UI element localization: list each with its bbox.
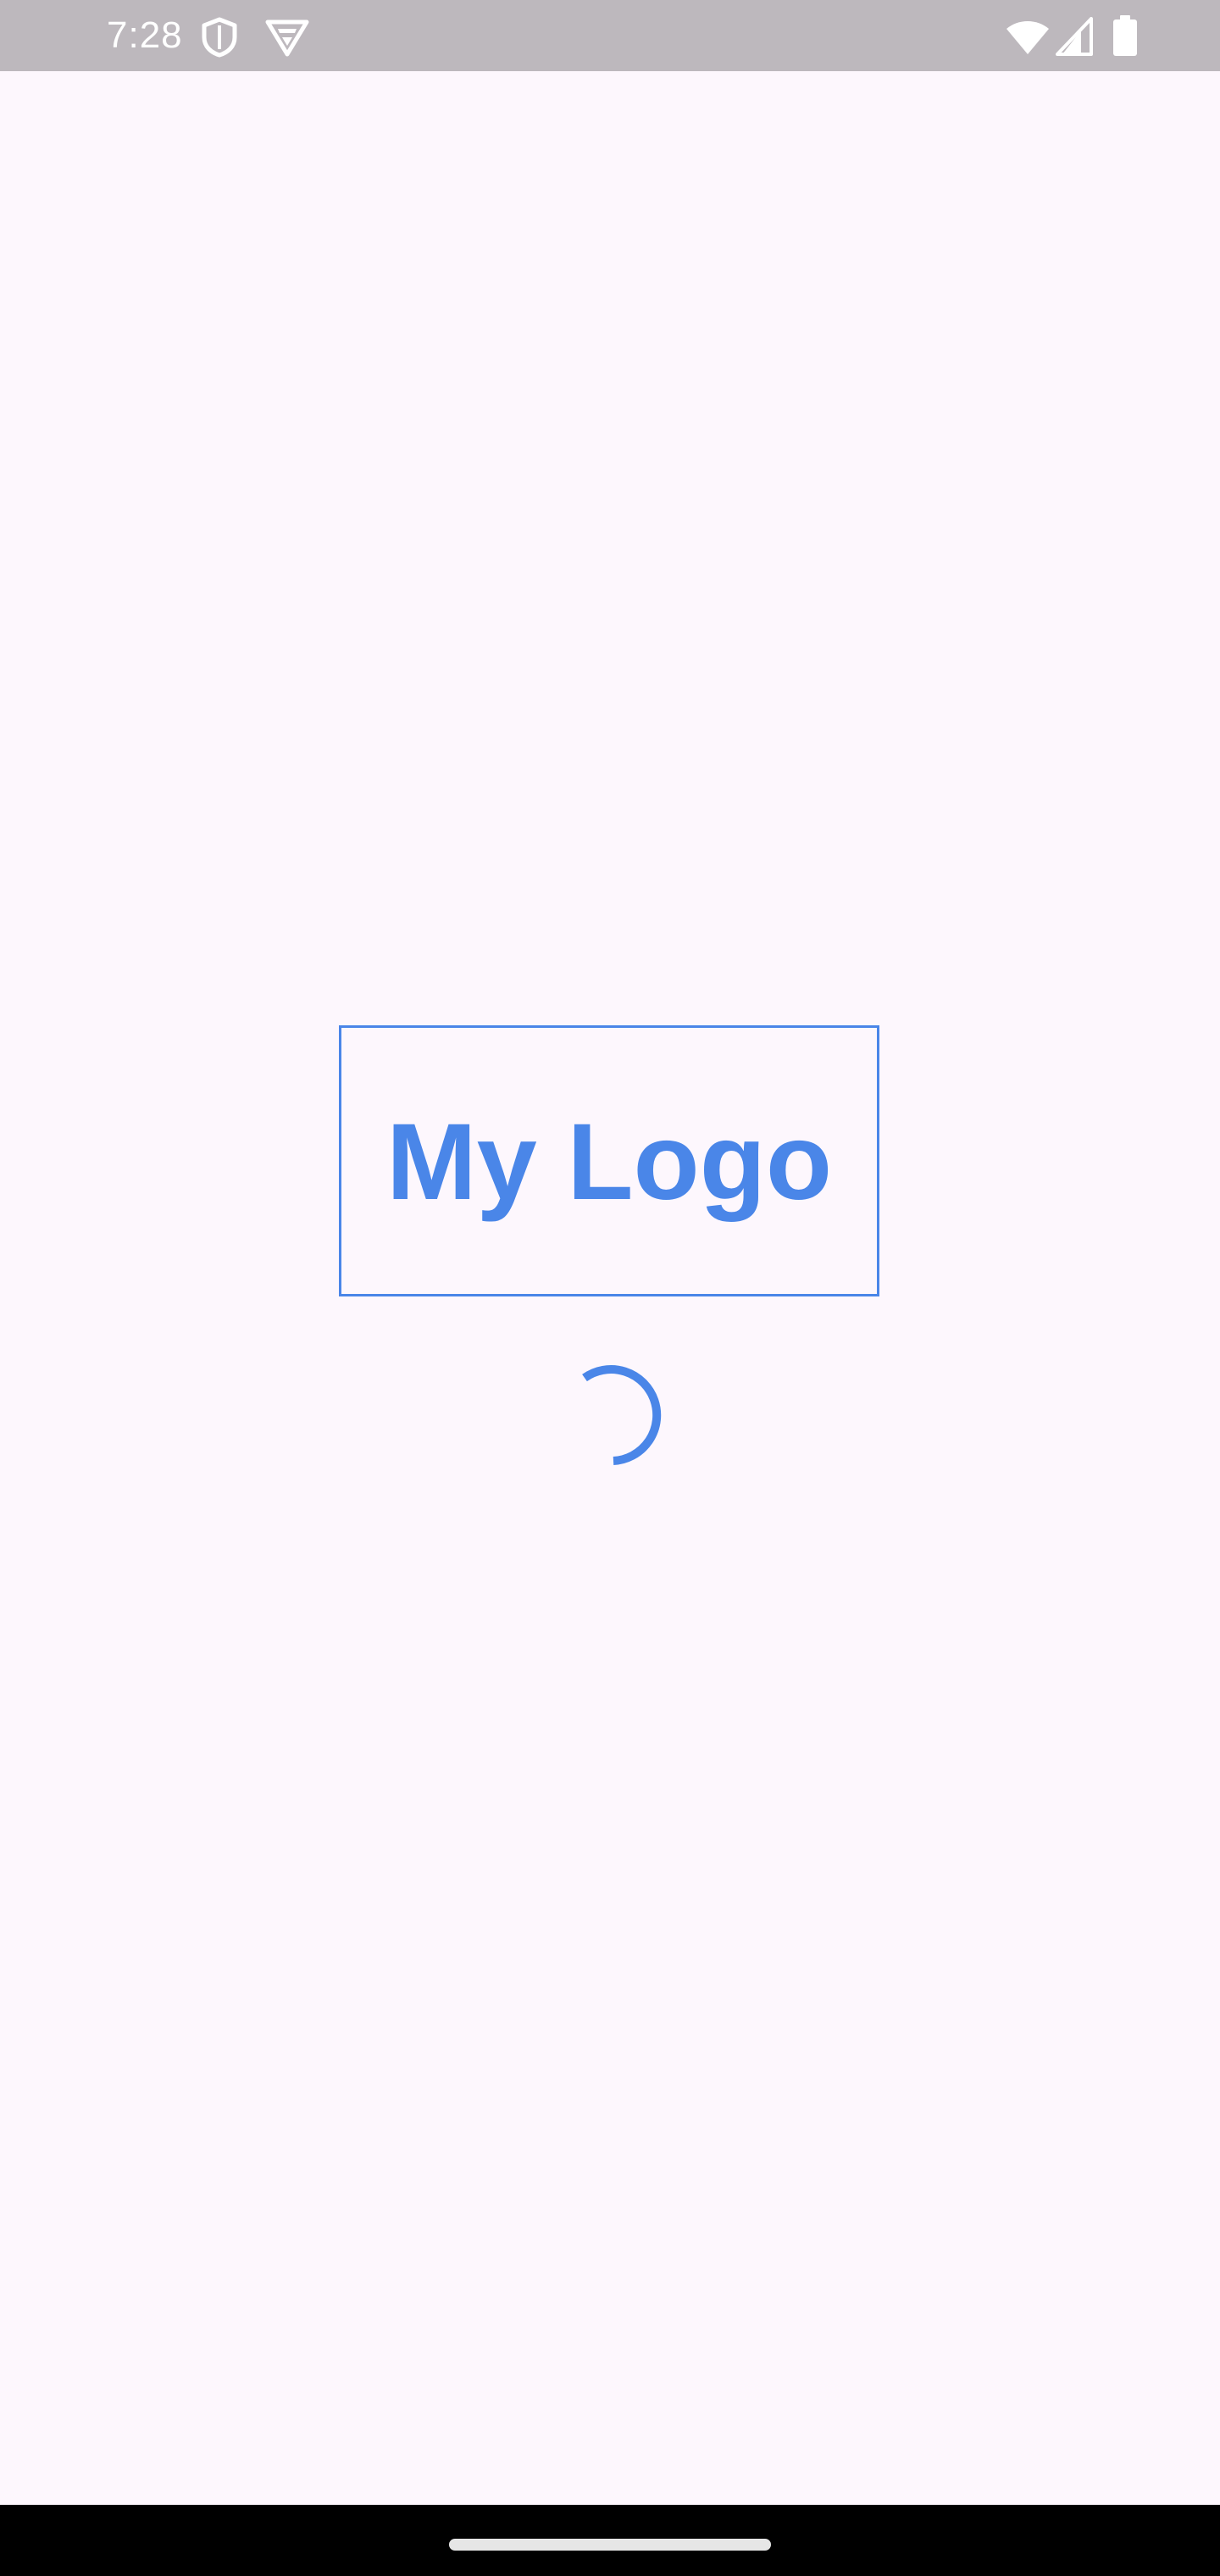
- logo-box: My Logo: [339, 1025, 879, 1296]
- shield-icon: [202, 17, 237, 58]
- loading-spinner-icon: [582, 1365, 662, 1465]
- signal-icon: [1056, 17, 1093, 56]
- navigation-bar: [0, 2505, 1220, 2576]
- battery-icon: [1113, 15, 1137, 56]
- status-bar: 7:28: [0, 0, 1220, 71]
- splash-content: My Logo: [0, 71, 1220, 2505]
- splash-screen: 7:28 My Logo: [0, 0, 1220, 2576]
- wifi-icon: [1006, 21, 1049, 54]
- status-time: 7:28: [107, 14, 183, 56]
- home-gesture-handle[interactable]: [449, 2539, 771, 2551]
- logo-text: My Logo: [385, 1102, 833, 1223]
- vpn-icon: [265, 19, 309, 57]
